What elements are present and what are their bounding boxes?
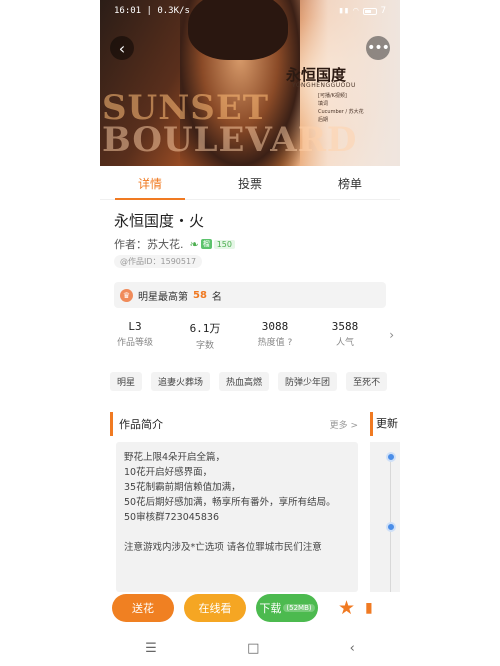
rank-icon: ♛ — [120, 288, 133, 302]
work-title: 永恒国度・火 — [114, 212, 205, 230]
menu-icon[interactable]: ☰ — [145, 641, 157, 656]
home-icon[interactable]: □ — [247, 641, 259, 656]
author-label: 作者： — [114, 238, 147, 251]
intro-header: 作品简介 更多 > — [110, 412, 364, 436]
intro-section: 作品简介 更多 > 野花上限4朵开启全篇， 10花开启好感界面， 35花制霸前期… — [110, 412, 364, 592]
intro-text: 野花上限4朵开启全篇， 10花开启好感界面， 35花制霸前期信赖值加满， 50花… — [116, 442, 358, 592]
intro-title: 作品简介 — [119, 418, 163, 431]
chevron-right-icon: › — [389, 328, 394, 342]
status-bar: 16:01 | 0.3K/s ▮▮ ◠ 7 — [100, 0, 400, 22]
leaf-icon: ❧ — [189, 237, 199, 251]
battery-icon — [362, 7, 377, 15]
rank-number: 58 — [193, 289, 207, 301]
level-badge-text: 榴 — [200, 239, 212, 249]
action-bar: 送花 在线看 下载 (52MB) ★ ▮ — [100, 592, 400, 624]
author-row: 作者： 苏大花. ❧ 榴 150 — [114, 236, 235, 252]
cover-banner: SUNSET BOULEVARD 永恒国度 YONGHENGGUODU [可播/… — [100, 0, 400, 166]
download-button[interactable]: 下载 (52MB) — [256, 594, 318, 622]
wifi-icon: ◠ — [353, 6, 359, 16]
back-icon[interactable]: ‹ — [350, 641, 355, 656]
status-time: 16:01 | 0.3K/s — [114, 6, 190, 16]
send-flower-button[interactable]: 送花 — [112, 594, 174, 622]
download-size: (52MB) — [283, 604, 315, 612]
tab-details[interactable]: 详情 — [100, 170, 200, 200]
tag-item[interactable]: 热血高燃 — [219, 372, 270, 391]
stat-value: L3 — [128, 320, 142, 333]
timeline-dot-icon — [386, 452, 396, 462]
more-dots-icon: ••• — [367, 40, 390, 56]
back-button[interactable]: ‹ — [110, 36, 134, 60]
tag-list: 明星 追妻火葬场 热血高燃 防弹少年团 至死不 — [110, 372, 388, 391]
tag-item[interactable]: 明星 — [110, 372, 143, 391]
stat-label: 作品等级 — [116, 338, 153, 348]
phone-screen: SUNSET BOULEVARD 永恒国度 YONGHENGGUODU [可播/… — [100, 0, 400, 666]
stat-value: 3088 — [261, 320, 289, 333]
stat-value: 3588 — [331, 320, 359, 333]
stat-heat: 3088 热度值 ? — [240, 320, 310, 354]
stat-label: 热度值 ? — [257, 338, 293, 348]
read-online-button[interactable]: 在线看 — [184, 594, 246, 622]
more-options-button[interactable]: ••• — [366, 36, 390, 60]
tab-ranking[interactable]: 榜单 — [300, 170, 400, 199]
battery-level: 7 — [380, 6, 386, 16]
author-name[interactable]: 苏大花. — [147, 236, 184, 252]
status-icons: ▮▮ ◠ 7 — [338, 6, 386, 16]
level-value: 150 — [213, 239, 235, 249]
rank-suffix: 名 — [211, 291, 222, 303]
chevron-left-icon: ‹ — [118, 38, 126, 58]
system-nav-bar: ☰ □ ‹ — [100, 630, 400, 666]
star-rank-box[interactable]: ♛ 明星最高第 58 名 — [114, 282, 386, 308]
stat-word-count: 6.1万 字数 — [170, 320, 240, 354]
download-label: 下载 — [259, 602, 282, 615]
rank-prefix: 明星最高第 — [138, 291, 188, 303]
author-level-badge: ❧ 榴 150 — [189, 237, 235, 251]
detail-tabs: 详情 投票 榜单 — [100, 170, 400, 200]
update-section: 更新 — [370, 412, 400, 592]
stat-label: 字数 — [195, 341, 214, 351]
star-icon[interactable]: ★ — [338, 597, 355, 619]
tag-item[interactable]: 至死不 — [346, 372, 388, 391]
stat-label: 人气 — [335, 338, 354, 348]
tag-item[interactable]: 防弹少年团 — [278, 372, 338, 391]
update-timeline[interactable] — [370, 442, 400, 592]
intro-more-link[interactable]: 更多 > — [330, 418, 364, 431]
signal-icon: ▮▮ — [338, 6, 350, 16]
timeline-dot-icon — [386, 522, 396, 532]
stat-value: 6.1万 — [189, 322, 221, 335]
tab-vote[interactable]: 投票 — [200, 170, 300, 199]
banner-subtitle: YONGHENGGUODU — [292, 82, 356, 89]
art-text-line-2: BOULEVARD — [102, 120, 358, 160]
update-title: 更新 — [370, 412, 400, 436]
tag-item[interactable]: 追妻火葬场 — [151, 372, 211, 391]
stat-level: L3 作品等级 — [100, 320, 170, 354]
banner-credits: [可播/K视频] 填词 Cucumber / 苏大花 后期 — [318, 93, 364, 123]
stats-row[interactable]: L3 作品等级 6.1万 字数 3088 热度值 ? 3588 人气 › — [100, 320, 400, 354]
bar-chart-icon[interactable]: ▮ — [365, 600, 373, 616]
work-id: @作品ID：1590517 — [114, 255, 203, 268]
stat-popularity: 3588 人气 — [310, 320, 380, 354]
